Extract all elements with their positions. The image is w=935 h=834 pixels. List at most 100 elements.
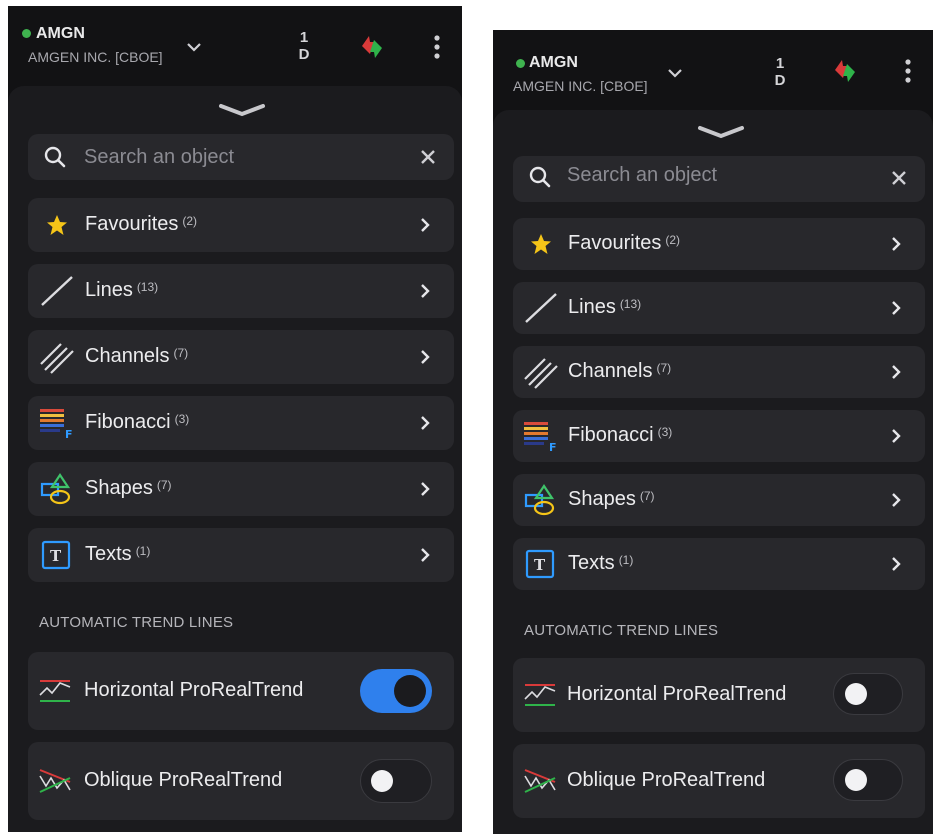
category-count: (1) <box>135 544 151 558</box>
toggle-knob <box>371 770 393 792</box>
period-selector[interactable]: 1D <box>770 55 790 89</box>
category-count: (2) <box>182 214 198 228</box>
chevron-down-icon[interactable] <box>186 42 202 52</box>
horizontal-trend-toggle[interactable] <box>833 673 903 715</box>
chevron-right-icon <box>421 548 430 562</box>
category-count: (7) <box>639 489 655 503</box>
category-count: (2) <box>665 233 681 247</box>
category-count: (1) <box>618 553 634 567</box>
search-input[interactable]: Search an object <box>84 146 234 169</box>
refresh-arrows-icon[interactable] <box>357 32 387 62</box>
category-label: Shapes <box>568 488 636 510</box>
oblique-trend-icon <box>524 769 556 793</box>
symbol-label[interactable]: AMGN <box>529 54 578 72</box>
category-count: (7) <box>656 361 672 375</box>
horizontal-trend-toggle[interactable] <box>360 669 432 713</box>
horizontal-trend-icon <box>39 680 71 702</box>
category-label: Lines <box>568 296 616 318</box>
refresh-arrows-icon[interactable] <box>830 56 860 86</box>
more-options-icon[interactable] <box>434 35 440 59</box>
symbol-label[interactable]: AMGN <box>36 25 85 43</box>
category-row-favourites[interactable]: Favourites (2) <box>28 198 454 252</box>
chevron-right-icon <box>892 493 901 507</box>
trend-row-horizontal[interactable]: Horizontal ProRealTrend <box>28 652 454 730</box>
category-row-shapes[interactable]: Shapes (7) <box>513 474 925 526</box>
star-icon <box>47 215 67 235</box>
chevron-right-icon <box>892 429 901 443</box>
star-icon <box>531 234 551 254</box>
category-label: Texts <box>85 543 132 565</box>
toggle-knob <box>845 683 867 705</box>
category-row-shapes[interactable]: Shapes (7) <box>28 462 454 516</box>
period-selector[interactable]: 1D <box>294 29 314 63</box>
horizontal-trend-icon <box>524 684 556 706</box>
channels-icon <box>524 358 558 389</box>
market-status-dot <box>22 29 31 38</box>
trend-row-oblique[interactable]: Oblique ProRealTrend <box>28 742 454 820</box>
svg-text:F: F <box>65 428 73 439</box>
shapes-icon <box>40 473 71 505</box>
trend-row-oblique[interactable]: Oblique ProRealTrend <box>513 744 925 818</box>
category-label: Channels <box>568 360 653 382</box>
text-icon: T <box>525 549 555 579</box>
chevron-right-icon <box>892 557 901 571</box>
search-bar[interactable]: Search an object <box>513 156 925 202</box>
object-sheet: Search an object Favourites (2) Lines (13)… <box>8 86 462 832</box>
svg-text:T: T <box>50 547 62 565</box>
top-bar: AMGN AMGEN INC. [CBOE] 1D <box>493 30 933 110</box>
category-label: Channels <box>85 345 170 367</box>
chevron-down-icon[interactable] <box>667 68 683 78</box>
trend-label: Oblique ProRealTrend <box>567 769 766 791</box>
search-input[interactable]: Search an object <box>567 164 717 187</box>
search-icon <box>44 146 66 168</box>
trend-label: Oblique ProRealTrend <box>84 769 283 791</box>
category-row-favourites[interactable]: Favourites (2) <box>513 218 925 270</box>
fibonacci-icon: F <box>524 422 557 452</box>
category-label: Lines <box>85 279 133 301</box>
category-row-channels[interactable]: Channels (7) <box>513 346 925 398</box>
chevron-right-icon <box>421 482 430 496</box>
market-status-dot <box>516 59 525 68</box>
trend-label: Horizontal ProRealTrend <box>84 679 304 701</box>
category-count: (3) <box>657 425 673 439</box>
category-row-channels[interactable]: Channels (7) <box>28 330 454 384</box>
top-bar: AMGN AMGEN INC. [CBOE] 1D <box>8 6 462 90</box>
category-row-lines[interactable]: Lines (13) <box>513 282 925 334</box>
oblique-trend-toggle[interactable] <box>833 759 903 801</box>
category-row-texts[interactable]: T Texts (1) <box>28 528 454 582</box>
clear-search-icon[interactable] <box>420 149 436 165</box>
chevron-right-icon <box>892 365 901 379</box>
channels-icon <box>40 343 74 374</box>
object-sheet: Search an object Favourites (2) Lines (13)… <box>493 110 933 834</box>
category-label: Favourites <box>568 232 662 254</box>
svg-text:T: T <box>534 556 546 574</box>
chevron-right-icon <box>421 218 430 232</box>
trend-row-horizontal[interactable]: Horizontal ProRealTrend <box>513 658 925 732</box>
more-options-icon[interactable] <box>905 59 911 83</box>
svg-text:F: F <box>549 441 557 452</box>
search-bar[interactable]: Search an object <box>28 134 454 180</box>
section-title: AUTOMATIC TREND LINES <box>39 614 234 631</box>
chevron-right-icon <box>892 301 901 315</box>
category-row-fibonacci[interactable]: F Fibonacci (3) <box>28 396 454 450</box>
sheet-collapse-handle-icon[interactable] <box>697 124 745 140</box>
toggle-knob <box>394 675 426 707</box>
category-label: Shapes <box>85 477 153 499</box>
chevron-right-icon <box>421 416 430 430</box>
chevron-right-icon <box>421 350 430 364</box>
clear-search-icon[interactable] <box>891 170 907 186</box>
chevron-right-icon <box>892 237 901 251</box>
category-count: (7) <box>156 478 172 492</box>
category-label: Fibonacci <box>568 424 654 446</box>
category-row-lines[interactable]: Lines (13) <box>28 264 454 318</box>
category-count: (13) <box>619 297 642 311</box>
category-row-texts[interactable]: T Texts (1) <box>513 538 925 590</box>
line-icon <box>525 293 557 323</box>
right-screen: AMGN AMGEN INC. [CBOE] 1D Search an obje… <box>493 30 933 834</box>
instrument-label[interactable]: AMGEN INC. [CBOE] <box>513 78 648 94</box>
category-count: (13) <box>136 280 159 294</box>
category-row-fibonacci[interactable]: F Fibonacci (3) <box>513 410 925 462</box>
oblique-trend-toggle[interactable] <box>360 759 432 803</box>
sheet-collapse-handle-icon[interactable] <box>218 102 266 118</box>
instrument-label[interactable]: AMGEN INC. [CBOE] <box>28 49 163 65</box>
